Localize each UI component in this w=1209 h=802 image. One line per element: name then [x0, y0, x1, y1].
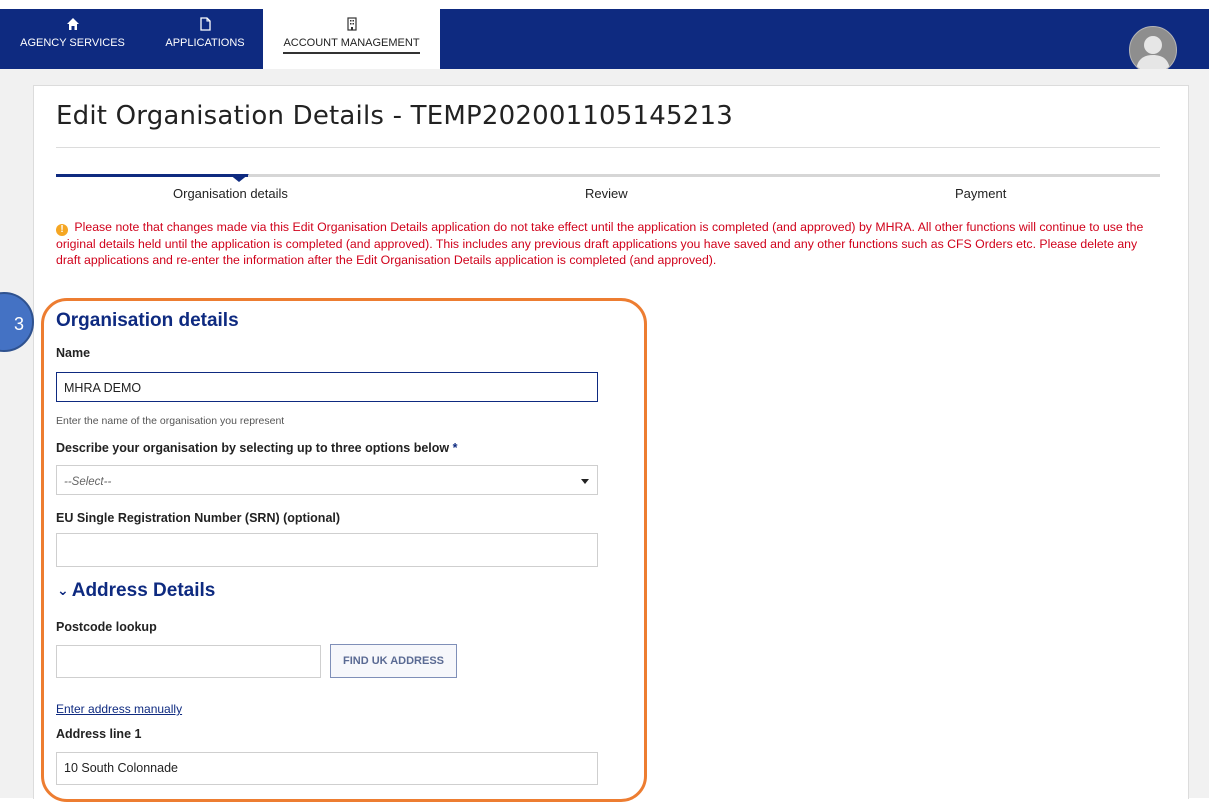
exclamation-icon: !: [56, 224, 68, 236]
step-review: Review: [585, 186, 628, 201]
enter-address-manually-link[interactable]: Enter address manually: [56, 702, 182, 716]
postcode-label: Postcode lookup: [56, 620, 157, 634]
describe-label-text: Describe your organisation by selecting …: [56, 441, 450, 455]
nav-applications[interactable]: APPLICATIONS: [154, 9, 256, 69]
progress-fill: [56, 174, 248, 177]
building-icon: [346, 17, 357, 31]
required-marker: *: [452, 441, 458, 455]
select-placeholder: --Select--: [64, 476, 112, 488]
user-avatar-icon[interactable]: [1129, 26, 1177, 74]
nav-label: APPLICATIONS: [165, 37, 245, 49]
name-hint: Enter the name of the organisation you r…: [56, 415, 285, 427]
chevron-down-icon: [581, 479, 589, 484]
page-title: Edit Organisation Details - TEMP20200110…: [56, 101, 733, 131]
section-title-organisation: Organisation details: [56, 310, 239, 331]
step-organisation-details: Organisation details: [173, 186, 288, 201]
srn-label: EU Single Registration Number (SRN) (opt…: [56, 511, 341, 525]
name-input[interactable]: MHRA DEMO: [56, 372, 598, 402]
top-nav-bar: AGENCY SERVICES APPLICATIONS ACCOUNT MAN…: [0, 9, 1209, 74]
describe-select[interactable]: --Select--: [56, 465, 598, 495]
nav-account-management[interactable]: ACCOUNT MANAGEMENT: [263, 9, 440, 69]
nav-label: ACCOUNT MANAGEMENT: [283, 37, 420, 54]
step-number-badge: 3: [0, 292, 34, 352]
document-icon: [200, 17, 211, 31]
address-line-1-input[interactable]: 10 South Colonnade: [56, 752, 598, 785]
warning-message: ! Please note that changes made via this…: [56, 219, 1156, 268]
badge-number: 3: [13, 314, 24, 334]
section-title-address[interactable]: ⌄ Address Details: [57, 580, 215, 602]
find-uk-address-button[interactable]: FIND UK ADDRESS: [330, 644, 457, 678]
srn-input[interactable]: [56, 533, 598, 567]
address-line-1-label: Address line 1: [56, 727, 142, 741]
nav-label: AGENCY SERVICES: [20, 37, 125, 49]
nav-agency-services[interactable]: AGENCY SERVICES: [0, 9, 145, 69]
address-section-label: Address Details: [71, 580, 216, 601]
progress-marker: [229, 174, 249, 182]
describe-label: Describe your organisation by selecting …: [56, 441, 457, 455]
top-strip: [0, 0, 1209, 9]
postcode-input[interactable]: [56, 645, 321, 678]
step-payment: Payment: [955, 186, 1007, 201]
title-divider: [56, 147, 1160, 148]
warning-text: Please note that changes made via this E…: [56, 220, 1144, 267]
home-icon: [66, 18, 79, 30]
name-label: Name: [56, 346, 91, 360]
chevron-down-icon: ⌄: [57, 582, 69, 598]
avatar-silhouette: [1136, 36, 1170, 73]
